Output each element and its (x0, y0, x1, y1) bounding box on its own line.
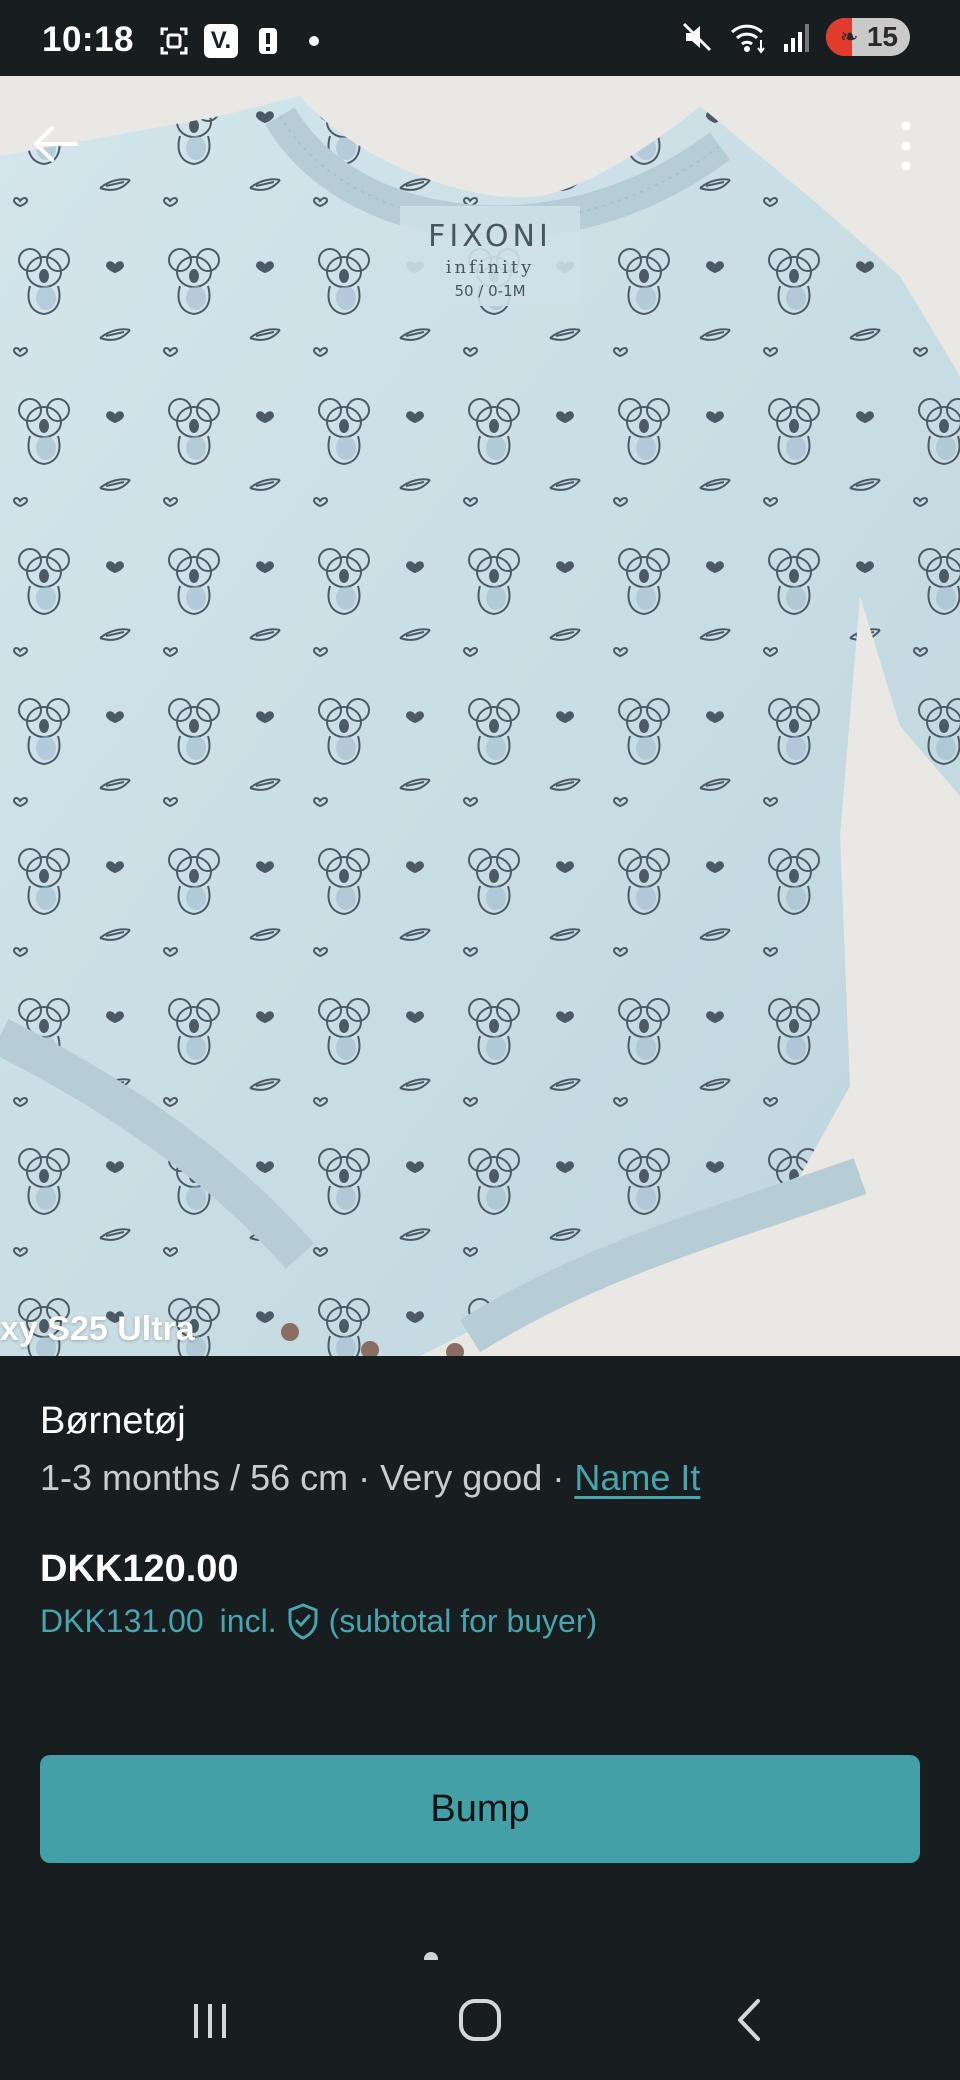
listing-size: 1-3 months / 56 cm (40, 1457, 349, 1498)
buyer-price-incl: incl. (219, 1602, 277, 1639)
listing-brand-link[interactable]: Name It (574, 1457, 700, 1498)
dot-icon (309, 36, 319, 46)
home-icon (459, 1999, 501, 2041)
system-navigation-bar (0, 1960, 960, 2080)
product-photo[interactable]: FIXONI infinity 50 / 0-1M xy S25 Ultra (0, 76, 960, 1356)
meta-separator: · (552, 1457, 565, 1498)
status-notification-icons: V. (158, 24, 330, 58)
wifi-icon (730, 24, 765, 54)
listing-price: DKK120.00 (40, 1548, 239, 1590)
bodysuit-illustration: FIXONI infinity 50 / 0-1M (0, 96, 960, 1356)
more-options-icon[interactable] (888, 116, 924, 176)
brand-tag: FIXONI (428, 219, 552, 254)
alert-icon (259, 28, 277, 54)
listing-meta: 1-3 months / 56 cm · Very good · Name It (40, 1457, 920, 1499)
back-button[interactable] (690, 1960, 810, 2080)
status-time: 10:18 (42, 20, 135, 59)
mute-icon (682, 22, 712, 52)
bump-button[interactable]: Bump (40, 1755, 920, 1863)
vinted-notification-icon: V. (204, 24, 238, 58)
buyer-price: DKK131.00 (40, 1602, 204, 1639)
meta-separator: · (358, 1457, 371, 1498)
signal-icon (784, 24, 809, 52)
sheet-handle[interactable] (424, 1952, 438, 1960)
listing-details: Børnetøj 1-3 months / 56 cm · Very good … (40, 1400, 920, 1499)
buyer-protection-shield-icon[interactable] (285, 1602, 321, 1640)
listing-condition: Very good (380, 1457, 543, 1498)
brand-tag-sub: infinity (446, 257, 535, 278)
size-tag: 50 / 0-1M (454, 282, 525, 300)
snap-button (446, 1343, 464, 1356)
recents-button[interactable] (150, 1960, 270, 2080)
screenshot-icon (160, 27, 188, 55)
back-icon (738, 1999, 760, 2041)
battery-indicator: ❧ 15 (826, 18, 910, 56)
recents-icon (194, 2004, 226, 2038)
status-system-icons: ❧ 15 (680, 18, 910, 56)
camera-watermark: xy S25 Ultra (0, 1310, 195, 1348)
battery-level: 15 (866, 21, 898, 52)
back-arrow-icon[interactable] (28, 116, 84, 172)
buyer-price-row[interactable]: DKK131.00 incl. (subtotal for buyer) (40, 1602, 597, 1640)
status-bar: 10:18 V. ❧ 15 (0, 0, 960, 76)
listing-title: Børnetøj (40, 1400, 186, 1442)
snap-button (281, 1323, 299, 1341)
power-saving-icon: ❧ (840, 24, 859, 49)
buyer-price-note: (subtotal for buyer) (328, 1602, 598, 1639)
home-button[interactable] (420, 1960, 540, 2080)
